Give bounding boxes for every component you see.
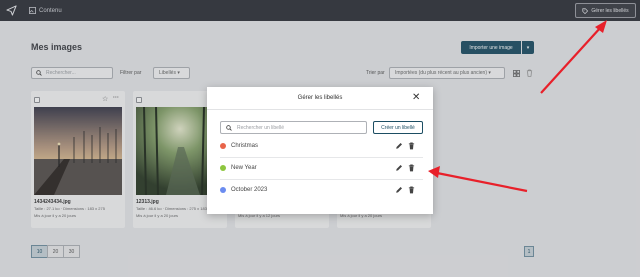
manage-tags-modal: Gérer les libellés ✕ Rechercher un libel… <box>207 87 433 214</box>
close-icon[interactable]: ✕ <box>412 92 420 103</box>
modal-divider <box>207 109 433 110</box>
tag-label: October 2023 <box>231 187 268 193</box>
create-tag-button[interactable]: Créer un libellé <box>373 121 423 134</box>
pencil-icon[interactable] <box>395 142 403 150</box>
tag-search-placeholder: Rechercher un libellé <box>237 124 284 131</box>
tag-color-dot <box>220 143 226 149</box>
tag-label: Christmas <box>231 143 259 149</box>
tag-color-dot <box>220 165 226 171</box>
trash-icon[interactable] <box>408 142 415 150</box>
tag-row: New Year <box>220 158 423 180</box>
trash-icon[interactable] <box>408 186 415 194</box>
tag-row: October 2023 <box>220 180 423 202</box>
trash-icon[interactable] <box>408 164 415 172</box>
tag-color-dot <box>220 187 226 193</box>
modal-title: Gérer les libellés <box>297 95 343 101</box>
tag-label: New Year <box>231 165 257 171</box>
tag-row: Christmas <box>220 136 423 158</box>
tag-search-input[interactable]: Rechercher un libellé <box>220 121 367 134</box>
pencil-icon[interactable] <box>395 164 403 172</box>
pencil-icon[interactable] <box>395 186 403 194</box>
search-icon <box>226 124 232 131</box>
